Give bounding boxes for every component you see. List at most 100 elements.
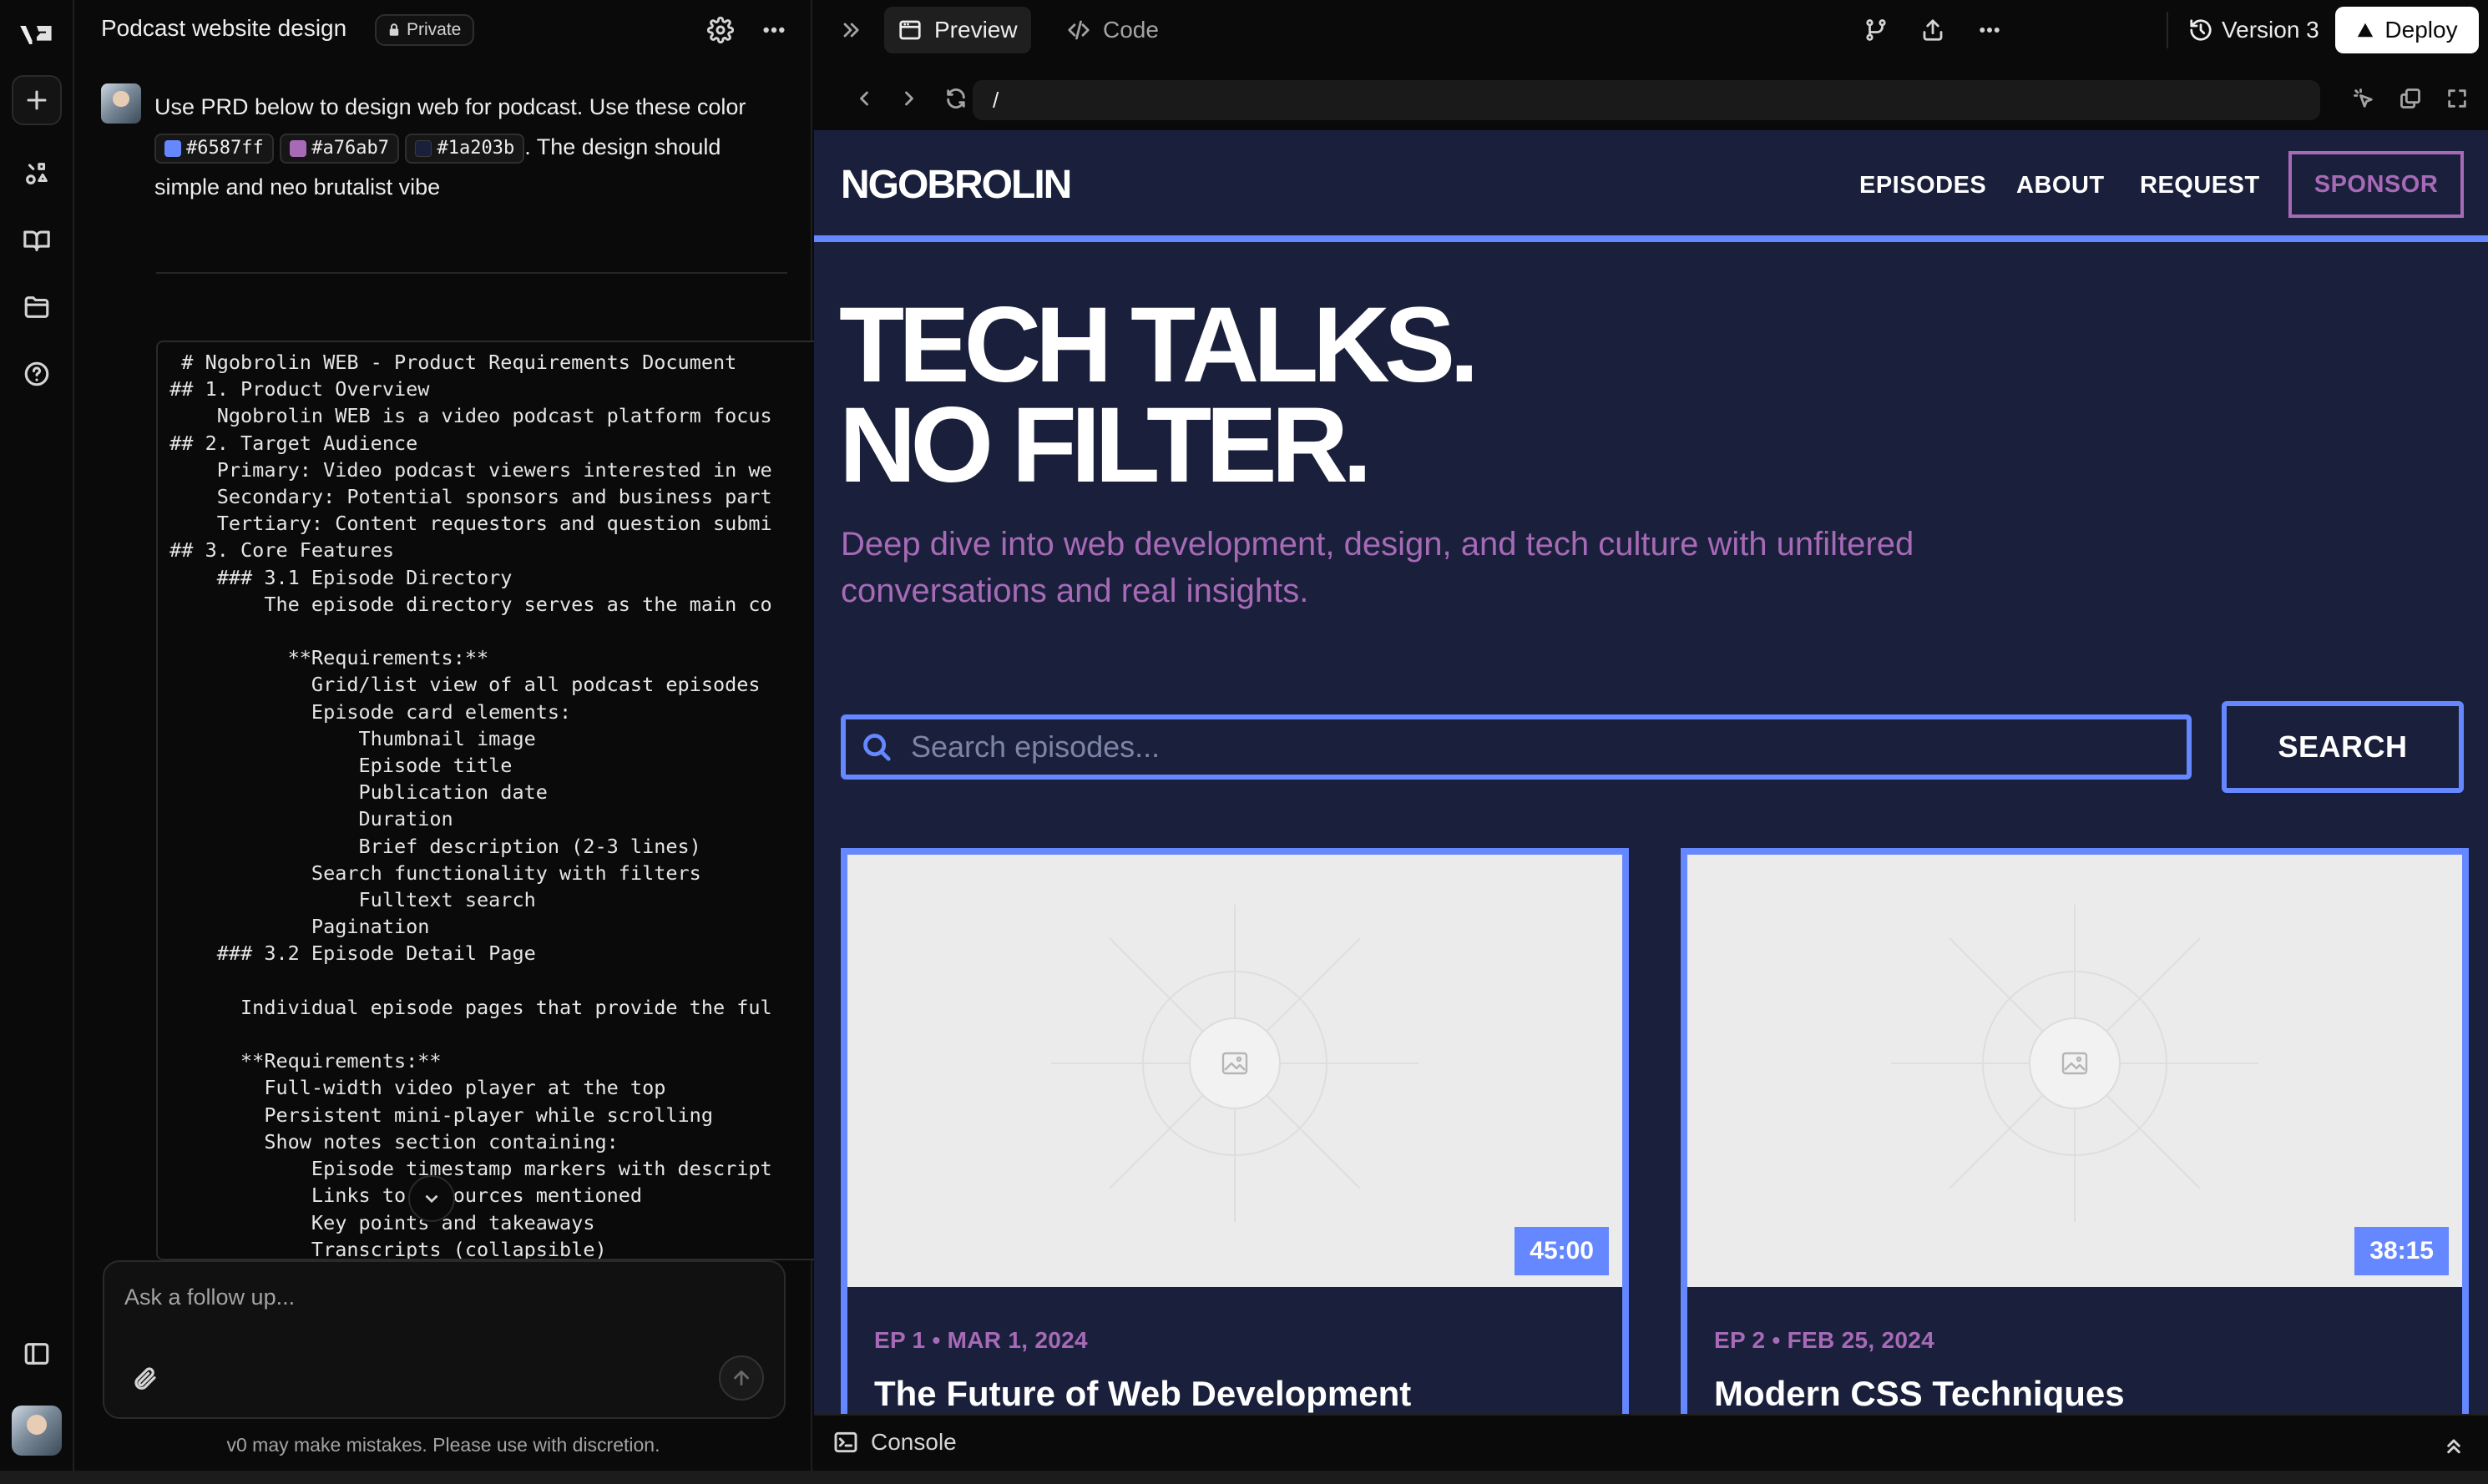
episode-title[interactable]: Modern CSS Techniques (1714, 1374, 2125, 1414)
nav-request[interactable]: REQUEST (2140, 172, 2260, 199)
visibility-badge[interactable]: Private (375, 14, 475, 46)
hero-subtitle: Deep dive into web development, design, … (841, 526, 1914, 609)
search-input[interactable] (911, 728, 2163, 766)
chevron-left-icon (860, 91, 868, 106)
message-divider (156, 272, 787, 274)
select-element-button[interactable] (2347, 82, 2380, 115)
composer (103, 1260, 786, 1419)
tab-code-label: Code (1103, 17, 1159, 43)
library-button[interactable] (12, 215, 62, 265)
visibility-label: Private (407, 20, 462, 39)
sidebar-icon (24, 1343, 49, 1365)
new-chat-button[interactable] (12, 75, 62, 125)
version-label: Version 3 (2222, 17, 2319, 43)
lock-icon (389, 23, 399, 36)
chat-header: Podcast website design Private (74, 0, 812, 60)
scroll-down-button[interactable] (408, 1175, 455, 1222)
deploy-button[interactable]: Deploy (2335, 7, 2479, 53)
prd-attachment[interactable]: # Ngobrolin WEB - Product Requirements D… (156, 341, 854, 1260)
browser-window-icon (899, 20, 921, 40)
collapse-chat-button[interactable] (836, 15, 866, 45)
book-open-icon (23, 230, 50, 251)
paperclip-icon (134, 1367, 156, 1390)
site-header: NGOBROLIN EPISODES ABOUT REQUEST SPONSOR (814, 130, 2488, 242)
attach-button[interactable] (126, 1360, 163, 1397)
tab-code[interactable]: Code (1053, 7, 1172, 53)
workspace: Preview Code Version 3 Deploy / NGOBROLI… (814, 0, 2488, 1471)
refresh-button[interactable] (939, 82, 973, 115)
episode-card[interactable]: 38:15 EP 2 • FEB 25, 2024 Modern CSS Tec… (1681, 848, 2469, 1414)
chat-panel: Podcast website design Private Use PRD b… (74, 0, 854, 1471)
color-chip: #6587ff (154, 133, 274, 164)
community-button[interactable] (12, 149, 62, 199)
v0-logo[interactable] (12, 10, 62, 60)
chat-more-button[interactable] (757, 13, 791, 47)
version-button[interactable]: Version 3 (2167, 12, 2319, 48)
projects-button[interactable] (12, 282, 62, 332)
window-bottom-edge (0, 1471, 2488, 1484)
open-new-window-button[interactable] (2394, 82, 2427, 115)
cursor-click-icon (2354, 88, 2373, 108)
toggle-sidebar-button[interactable] (12, 1329, 62, 1379)
terminal-icon (834, 1431, 857, 1453)
help-button[interactable] (12, 349, 62, 399)
episode-meta: EP 2 • FEB 25, 2024 (1714, 1327, 1935, 1353)
forward-button[interactable] (893, 82, 926, 115)
chevron-right-icon (905, 91, 913, 106)
color-chip: #a76ab7 (280, 133, 399, 164)
copy-window-icon (2400, 88, 2420, 109)
disclaimer: v0 may make mistakes. Please use with di… (226, 1434, 660, 1456)
follow-up-input[interactable] (124, 1280, 759, 1314)
prd-text: # Ngobrolin WEB - Product Requirements D… (169, 351, 772, 1260)
workspace-toolbar: Preview Code Version 3 Deploy (814, 0, 2488, 60)
folder-icon (24, 296, 49, 318)
arrow-up-icon (734, 1370, 749, 1386)
url-field[interactable]: / (973, 80, 2320, 120)
search-button[interactable]: SEARCH (2222, 701, 2464, 793)
tab-preview[interactable]: Preview (884, 7, 1031, 53)
console-expand-button[interactable] (2441, 1432, 2468, 1459)
fork-button[interactable] (1859, 13, 1893, 47)
hero-title: TECH TALKS. NO FILTER. (839, 285, 1479, 499)
preview-url-bar: / (814, 70, 2488, 129)
color-chip-label: #a76ab7 (311, 137, 389, 159)
site-logo[interactable]: NGOBROLIN (841, 162, 1072, 208)
fullscreen-button[interactable] (2440, 82, 2474, 115)
color-swatch (164, 139, 181, 157)
episode-card[interactable]: 45:00 EP 1 • MAR 1, 2024 The Future of W… (841, 848, 1629, 1414)
console-label: Console (871, 1429, 957, 1455)
share-button[interactable] (1916, 13, 1949, 47)
help-circle-icon (24, 361, 49, 386)
icon-rail (0, 0, 74, 1471)
user-avatar[interactable] (12, 1406, 62, 1456)
back-button[interactable] (847, 82, 881, 115)
sponsor-button[interactable]: SPONSOR (2288, 151, 2464, 218)
console-button[interactable]: Console (832, 1429, 957, 1456)
nav-about[interactable]: ABOUT (2016, 172, 2105, 199)
message-text-start: Use PRD below to design web for podcast.… (154, 94, 746, 119)
episode-duration: 38:15 (2354, 1227, 2449, 1275)
color-chip-label: #1a203b (437, 137, 515, 159)
send-button[interactable] (719, 1355, 764, 1401)
message-avatar (101, 83, 141, 124)
triangle-icon (2358, 23, 2374, 38)
history-icon (2190, 19, 2212, 41)
shapes-icon (26, 163, 48, 184)
message-text: Use PRD below to design web for podcast.… (154, 87, 789, 207)
episode-title[interactable]: The Future of Web Development (874, 1374, 1411, 1414)
color-chip-label: #6587ff (186, 137, 264, 159)
chevron-down-icon (425, 1194, 438, 1204)
chat-title[interactable]: Podcast website design (101, 15, 346, 42)
chevrons-up-icon (2447, 1439, 2460, 1454)
chat-settings-button[interactable] (704, 13, 737, 47)
workspace-more-button[interactable] (1973, 13, 2006, 47)
refresh-icon (947, 88, 965, 109)
git-fork-icon (1866, 19, 1886, 41)
code-icon (1068, 20, 1090, 40)
nav-episodes[interactable]: EPISODES (1859, 172, 1986, 199)
hero-title-line-1: TECH TALKS. (839, 285, 1479, 405)
color-chip: #1a203b (405, 133, 525, 164)
maximize-icon (2448, 89, 2466, 108)
episode-search (841, 714, 2192, 780)
deploy-label: Deploy (2384, 17, 2458, 43)
